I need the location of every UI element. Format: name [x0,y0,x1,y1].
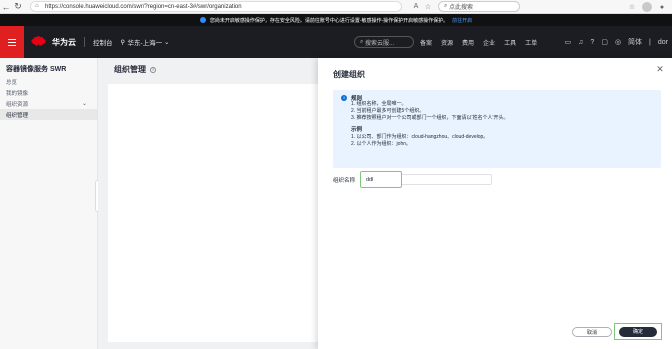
rule-line: 1. 组织名称，全局唯一。 [351,101,407,107]
huawei-logo[interactable]: 华为云 [30,35,76,48]
sidebar: 容器镜像服务 SWR 总览 我的镜像 组织资源 ⌄ 组织管理 [0,58,98,349]
header-link-resources[interactable]: 资源 [441,38,453,47]
console-search-placeholder: 搜索云服... [365,40,395,47]
drawer-title: 创建组织 [333,70,365,79]
bell-icon[interactable]: ♫ [578,39,583,46]
lock-icon: ⌂ [35,3,39,9]
header-link-tools[interactable]: 工具 [504,38,516,47]
huawei-logo-icon [30,35,47,48]
favorite-icon[interactable]: ☆ [422,1,434,13]
create-org-drawer: 创建组织 ✕ i 规则 1. 组织名称，全局唯一。 2. 当前租户最多可创建5个… [318,58,672,349]
header-link-tickets[interactable]: 工单 [525,38,537,47]
rule-line: 3. 推荐按照租户对一个公司或部门一个组织，下面请以'姓名个人'开头。 [351,115,509,121]
notice-link[interactable]: 前往开启 [452,17,472,24]
org-name-row: 组织名称 ddl [333,171,492,188]
address-bar[interactable]: ⌂ https://console.huaweicloud.com/swr/?r… [30,1,402,12]
profile-icon[interactable] [642,2,652,12]
help-circle-icon[interactable]: ? [150,66,156,73]
org-name-input-extent[interactable] [402,174,492,185]
example-line: 2. 以个人作为组织：john。 [351,141,412,147]
user-name[interactable]: dor [658,39,668,46]
screen-icon[interactable]: ▭ [565,38,572,46]
org-name-value: ddl [366,176,374,183]
reload-icon[interactable]: ↻ [12,1,24,13]
header-divider [84,37,85,47]
sidebar-item-overview[interactable]: 总览 [0,76,97,87]
browser-toolbar: ← ↻ ⌂ https://console.huaweicloud.com/sw… [0,0,672,14]
sidebar-item-label: 组织管理 [6,112,29,119]
sidebar-item-label: 组织资源 [6,101,29,108]
main-content: 组织管理 ? [98,58,323,349]
info-icon: i [341,94,347,101]
sidebar-item-org-management[interactable]: 组织管理 [0,109,97,120]
console-link[interactable]: 控制台 [93,37,113,47]
menu-icon[interactable] [0,26,24,58]
window-icon[interactable]: ▢ [601,38,608,46]
chevron-down-icon: ⌄ [81,101,87,107]
help-icon[interactable]: ? [590,39,594,46]
browser-search[interactable]: ⌕ 点此搜索 [438,1,520,12]
region-selector[interactable]: ⚲ 华东-上海一 ⌄ [121,37,170,47]
ok-button[interactable]: 确定 [619,326,657,337]
org-name-input[interactable]: ddl [360,171,402,188]
header-icons: ▭ ♫ ? ▢ ◎ 简体 | dor [565,26,668,58]
collections-icon[interactable]: ☆ [626,1,638,13]
page-title-text: 组织管理 [114,65,146,74]
header-link-filing[interactable]: 备案 [420,38,432,47]
url-text: https://console.huaweicloud.com/swr/?reg… [45,3,242,10]
globe-icon[interactable]: ◎ [615,38,621,46]
info-icon [199,17,206,23]
sidebar-item-label: 我的镜像 [6,90,29,97]
rules-panel: i 规则 1. 组织名称，全局唯一。 2. 当前租户最多可创建5个组织。 3. … [333,90,661,168]
notice-text: 您尚未开启敏感操作保护，存在安全风险。请前往账号中心进行设置-敏感操作-操作保护… [209,17,449,24]
sidebar-item-org-resources[interactable]: 组织资源 ⌄ [0,98,97,109]
back-icon[interactable]: ← [0,1,12,13]
sidebar-item-my-images[interactable]: 我的镜像 [0,87,97,98]
location-pin-icon: ⚲ [120,40,125,46]
header-link-billing[interactable]: 费用 [462,38,474,47]
cancel-button[interactable]: 取消 [572,327,612,337]
chevron-down-icon: ⌄ [162,39,170,46]
browser-search-placeholder: 点此搜索 [449,5,474,11]
console-search[interactable]: ⌕ 搜索云服... [354,36,414,48]
header-link-enterprise[interactable]: 企业 [483,38,495,47]
header-divider-right: | [649,38,651,46]
page-title: 组织管理 ? [114,64,156,75]
extensions-icon[interactable]: ● [656,1,668,13]
language-label[interactable]: 简体 [628,37,642,47]
header-links: 备案 资源 费用 企业 工具 工单 [420,26,537,58]
security-notice: 您尚未开启敏感操作保护，存在安全风险。请前往账号中心进行设置-敏感操作-操作保护… [0,14,672,26]
service-title: 容器镜像服务 SWR [6,66,67,73]
read-aloud-icon[interactable]: A [410,1,422,13]
drawer-footer: 取消 确定 [318,321,672,349]
rule-line: 2. 当前租户最多可创建5个组织。 [351,108,425,114]
ok-button-highlight: 确定 [614,323,662,340]
brand-name: 华为云 [52,37,76,47]
org-name-label: 组织名称 [333,177,356,184]
rules-header: i 规则 [341,94,653,102]
close-icon[interactable]: ✕ [655,64,665,74]
sidebar-item-label: 总览 [6,79,18,86]
console-header: 华为云 控制台 ⚲ 华东-上海一 ⌄ ⌕ 搜索云服... 备案 资源 费用 企业… [0,26,672,58]
example-line: 1. 以公司、部门作为组织：cloud-hangzhou、cloud-devel… [351,134,489,140]
examples-title: 示例 [351,127,363,133]
content-card [108,84,323,342]
region-label: 华东-上海一 [127,40,163,47]
